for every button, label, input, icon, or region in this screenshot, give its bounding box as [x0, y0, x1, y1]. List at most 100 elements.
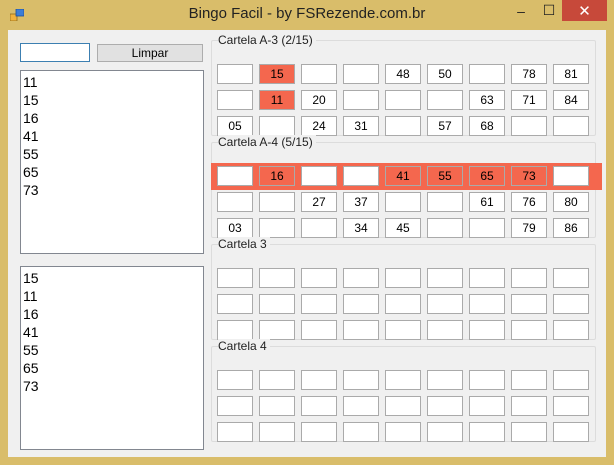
- card-cell[interactable]: 20: [301, 90, 337, 110]
- card-cell[interactable]: [301, 294, 337, 314]
- list-item[interactable]: 55: [23, 341, 203, 359]
- card-cell[interactable]: [553, 116, 589, 136]
- card-cell[interactable]: 78: [511, 64, 547, 84]
- card-cell[interactable]: 84: [553, 90, 589, 110]
- card-cell[interactable]: [427, 320, 463, 340]
- card-cell[interactable]: 79: [511, 218, 547, 238]
- card-cell[interactable]: [469, 64, 505, 84]
- card-cell[interactable]: 03: [217, 218, 253, 238]
- card-cell[interactable]: [553, 166, 589, 186]
- card-cell[interactable]: 27: [301, 192, 337, 212]
- card-cell[interactable]: 68: [469, 116, 505, 136]
- card-cell[interactable]: [427, 218, 463, 238]
- card-cell[interactable]: 50: [427, 64, 463, 84]
- card-cell[interactable]: [553, 294, 589, 314]
- card-cell[interactable]: [553, 320, 589, 340]
- card-cell[interactable]: [301, 422, 337, 442]
- card-cell[interactable]: [427, 422, 463, 442]
- card-cell[interactable]: [217, 268, 253, 288]
- card-cell[interactable]: [217, 64, 253, 84]
- list-item[interactable]: 16: [23, 109, 203, 127]
- card-cell[interactable]: [511, 116, 547, 136]
- card-cell[interactable]: [553, 268, 589, 288]
- list-item[interactable]: 15: [23, 91, 203, 109]
- card-cell[interactable]: [343, 370, 379, 390]
- card-cell[interactable]: [343, 422, 379, 442]
- card-cell[interactable]: [385, 192, 421, 212]
- card-cell[interactable]: 80: [553, 192, 589, 212]
- card-cell[interactable]: [511, 396, 547, 416]
- card-cell[interactable]: [553, 422, 589, 442]
- card-cell[interactable]: 61: [469, 192, 505, 212]
- card-cell[interactable]: 11: [259, 90, 295, 110]
- card-cell[interactable]: 71: [511, 90, 547, 110]
- card-cell[interactable]: [259, 192, 295, 212]
- card-cell[interactable]: [217, 166, 253, 186]
- card-cell[interactable]: 48: [385, 64, 421, 84]
- card-cell[interactable]: [217, 320, 253, 340]
- card-cell[interactable]: 41: [385, 166, 421, 186]
- maximize-button[interactable]: ☐: [536, 0, 562, 21]
- card-cell[interactable]: [427, 396, 463, 416]
- card-cell[interactable]: [343, 268, 379, 288]
- card-cell[interactable]: [427, 192, 463, 212]
- drawn-numbers-list[interactable]: 11 15 16 41 55 65 73: [20, 70, 204, 254]
- card-cell[interactable]: [301, 166, 337, 186]
- card-cell[interactable]: [217, 192, 253, 212]
- card-cell[interactable]: 24: [301, 116, 337, 136]
- drawn-numbers-list-secondary[interactable]: 15 11 16 41 55 65 73: [20, 266, 204, 450]
- list-item[interactable]: 15: [23, 269, 203, 287]
- card-cell[interactable]: [385, 116, 421, 136]
- list-item[interactable]: 73: [23, 181, 203, 199]
- card-cell[interactable]: [385, 320, 421, 340]
- card-cell[interactable]: [343, 64, 379, 84]
- card-cell[interactable]: [343, 396, 379, 416]
- card-cell[interactable]: 16: [259, 166, 295, 186]
- card-cell[interactable]: [469, 320, 505, 340]
- card-cell[interactable]: [553, 396, 589, 416]
- card-cell[interactable]: [217, 422, 253, 442]
- list-item[interactable]: 41: [23, 323, 203, 341]
- list-item[interactable]: 65: [23, 163, 203, 181]
- card-cell[interactable]: [511, 370, 547, 390]
- clear-button[interactable]: Limpar: [97, 44, 203, 62]
- card-cell[interactable]: 31: [343, 116, 379, 136]
- card-cell[interactable]: 45: [385, 218, 421, 238]
- card-cell[interactable]: [469, 218, 505, 238]
- card-cell[interactable]: [259, 294, 295, 314]
- card-cell[interactable]: [385, 294, 421, 314]
- list-item[interactable]: 65: [23, 359, 203, 377]
- list-item[interactable]: 16: [23, 305, 203, 323]
- card-cell[interactable]: 81: [553, 64, 589, 84]
- card-cell[interactable]: [301, 64, 337, 84]
- card-cell[interactable]: [343, 294, 379, 314]
- card-cell[interactable]: [301, 268, 337, 288]
- card-cell[interactable]: 73: [511, 166, 547, 186]
- card-cell[interactable]: [427, 370, 463, 390]
- card-cell[interactable]: [511, 320, 547, 340]
- card-cell[interactable]: [427, 90, 463, 110]
- card-cell[interactable]: [385, 422, 421, 442]
- card-cell[interactable]: [385, 396, 421, 416]
- card-cell[interactable]: [385, 370, 421, 390]
- card-cell[interactable]: 63: [469, 90, 505, 110]
- card-cell[interactable]: 86: [553, 218, 589, 238]
- list-item[interactable]: 55: [23, 145, 203, 163]
- card-cell[interactable]: [427, 268, 463, 288]
- card-cell[interactable]: [217, 396, 253, 416]
- card-cell[interactable]: 34: [343, 218, 379, 238]
- card-cell[interactable]: [301, 218, 337, 238]
- card-cell[interactable]: 55: [427, 166, 463, 186]
- card-cell[interactable]: [259, 218, 295, 238]
- list-item[interactable]: 11: [23, 287, 203, 305]
- card-cell[interactable]: [301, 320, 337, 340]
- card-cell[interactable]: [469, 422, 505, 442]
- card-cell[interactable]: 15: [259, 64, 295, 84]
- card-cell[interactable]: [385, 268, 421, 288]
- card-cell[interactable]: [217, 90, 253, 110]
- card-cell[interactable]: [259, 422, 295, 442]
- card-cell[interactable]: [301, 370, 337, 390]
- number-input[interactable]: [20, 43, 90, 62]
- card-cell[interactable]: 37: [343, 192, 379, 212]
- card-cell[interactable]: [259, 396, 295, 416]
